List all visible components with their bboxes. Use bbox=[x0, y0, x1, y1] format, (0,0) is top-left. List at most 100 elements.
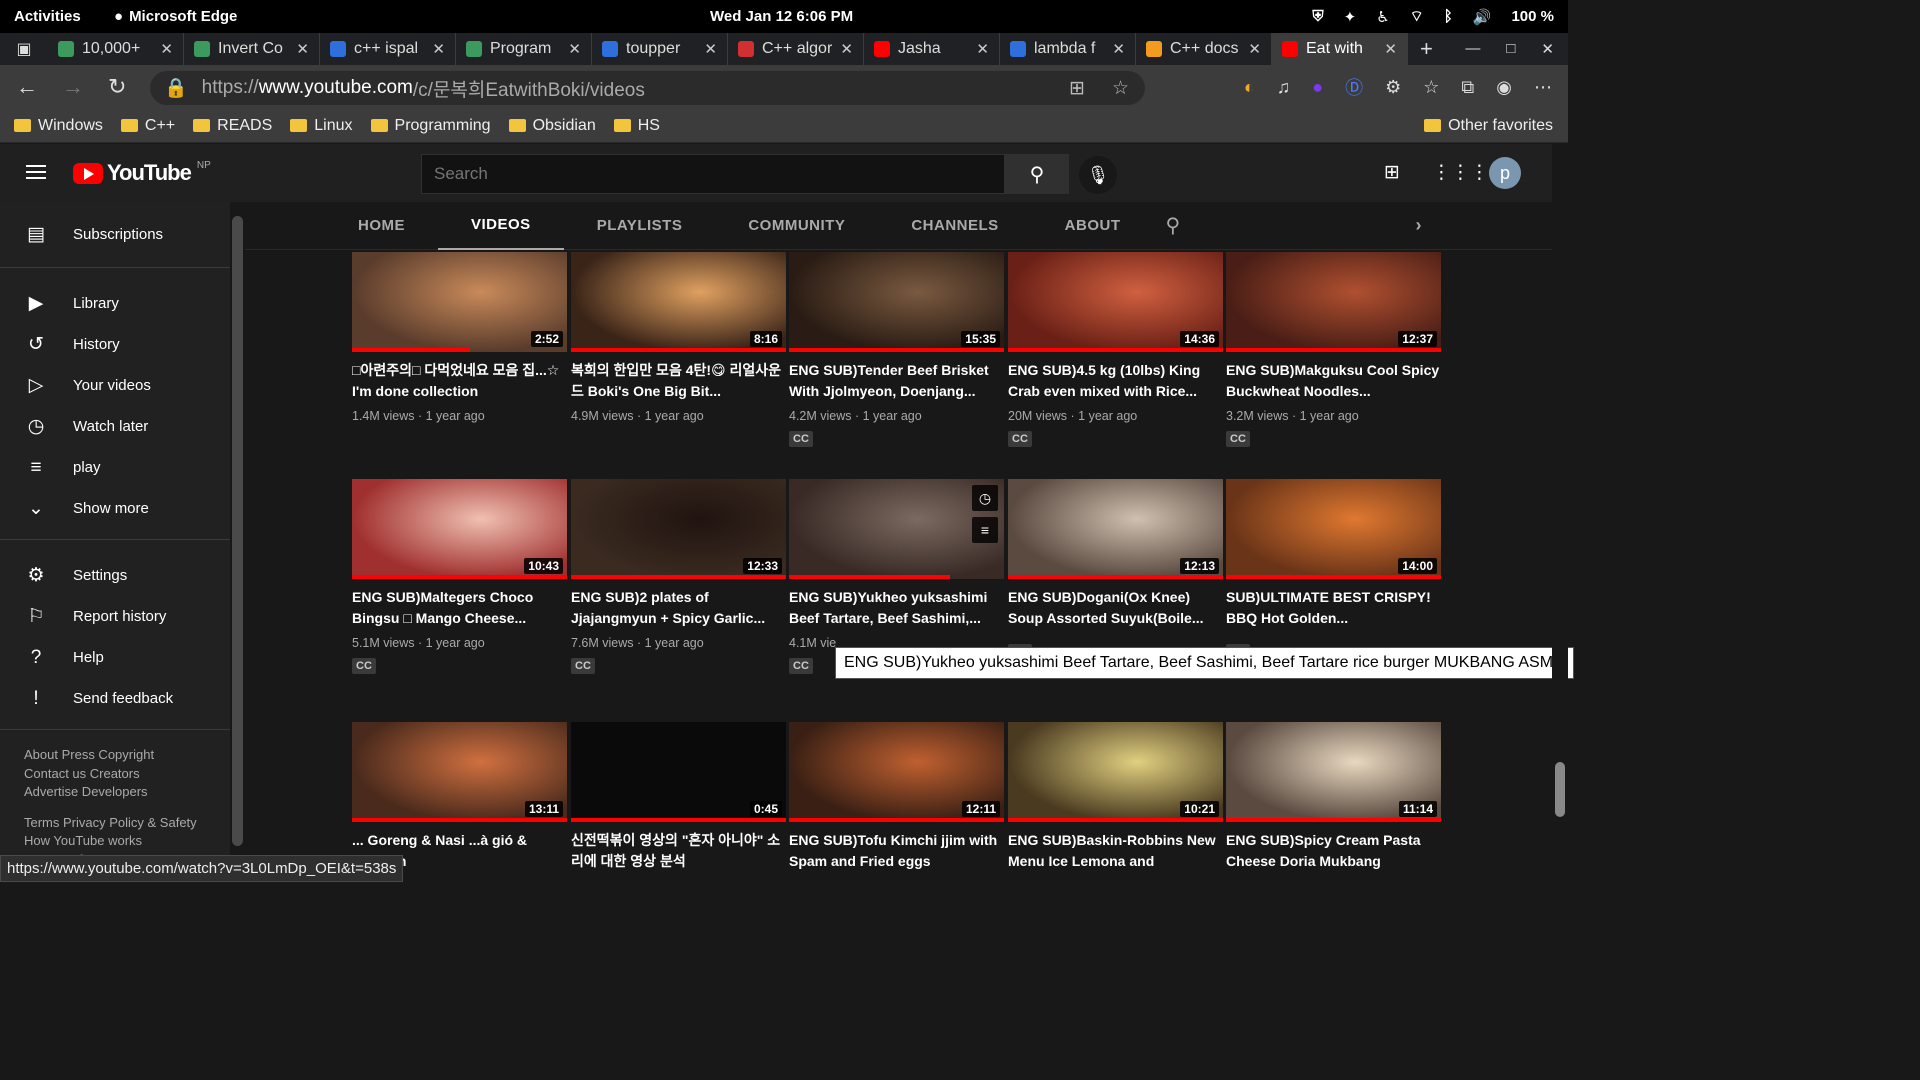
channel-tab[interactable]: ABOUT bbox=[1032, 202, 1154, 250]
chevron-right-icon[interactable]: › bbox=[1416, 215, 1423, 236]
tab-actions-icon[interactable]: ▣ bbox=[0, 39, 48, 59]
video-title[interactable]: 복희의 한입만 모음 4탄!😋 리얼사운드 Boki's One Big Bit… bbox=[571, 360, 786, 402]
video-thumbnail[interactable]: 12:33 bbox=[571, 479, 786, 579]
bookmark-folder[interactable]: Obsidian bbox=[508, 117, 596, 135]
close-tab-icon[interactable]: ✕ bbox=[568, 40, 581, 58]
sidebar-item-send-feedback[interactable]: ! Send feedback bbox=[0, 678, 230, 719]
sidebar-item-play[interactable]: ≡ play bbox=[0, 447, 230, 488]
more-menu-icon[interactable]: ⋯ bbox=[1534, 77, 1552, 98]
voice-search-button[interactable]: 🎙 bbox=[1079, 156, 1117, 194]
minimize-icon[interactable]: — bbox=[1465, 40, 1480, 58]
page-scroll-thumb[interactable] bbox=[1555, 762, 1565, 817]
bookmark-folder[interactable]: READS bbox=[193, 117, 272, 135]
profile-icon[interactable]: ◉ bbox=[1496, 77, 1512, 98]
sidebar-scrollbar[interactable] bbox=[230, 202, 245, 882]
sidebar-item-your-videos[interactable]: ▷ Your videos bbox=[0, 365, 230, 406]
browser-tab[interactable]: Invert Co ✕ bbox=[184, 33, 320, 65]
search-input[interactable] bbox=[434, 164, 1004, 184]
browser-tab[interactable]: lambda f ✕ bbox=[1000, 33, 1136, 65]
extension-2-icon[interactable]: ● bbox=[1312, 77, 1323, 98]
sidebar-item-subscriptions[interactable]: ▤ Subscriptions bbox=[0, 214, 230, 255]
browser-tab[interactable]: toupper ✕ bbox=[592, 33, 728, 65]
footer-links-3[interactable]: Advertise Developers bbox=[0, 783, 230, 802]
video-thumbnail[interactable]: 12:37 bbox=[1226, 252, 1441, 352]
sidebar-item-watch-later[interactable]: ◷ Watch later bbox=[0, 406, 230, 447]
video-title[interactable]: ENG SUB)2 plates of Jjajangmyun + Spicy … bbox=[571, 587, 786, 629]
video-thumbnail[interactable]: 2:52 bbox=[352, 252, 567, 352]
video-thumbnail[interactable]: 0:45 bbox=[571, 722, 786, 822]
video-thumbnail[interactable]: 12:11 bbox=[789, 722, 1004, 822]
video-card[interactable]: 12:11 ENG SUB)Tofu Kimchi jjim with Spam … bbox=[789, 722, 1004, 879]
maximize-icon[interactable]: □ bbox=[1506, 40, 1515, 58]
video-card[interactable]: 2:52 □아련주의□ 다먹었네요 모음 집...☆ I'm done colle… bbox=[352, 252, 567, 423]
video-thumbnail[interactable]: 12:13 bbox=[1008, 479, 1223, 579]
collections-icon[interactable]: ⧉ bbox=[1461, 77, 1474, 98]
video-card[interactable]: 10:43 ENG SUB)Maltegers Choco Bingsu □ Ma… bbox=[352, 479, 567, 674]
new-tab-button[interactable]: + bbox=[1408, 36, 1433, 62]
video-thumbnail[interactable]: 15:35 bbox=[789, 252, 1004, 352]
bookmark-folder[interactable]: Programming bbox=[370, 117, 491, 135]
sidebar-item-library[interactable]: ▶ Library bbox=[0, 283, 230, 324]
back-icon[interactable]: ← bbox=[16, 74, 38, 100]
video-card[interactable]: 14:00 SUB)ULTIMATE BEST CRISPY! BBQ Hot G… bbox=[1226, 479, 1441, 660]
other-favorites[interactable]: Other favorites bbox=[1424, 117, 1553, 135]
favorites-icon[interactable]: ☆ bbox=[1423, 77, 1439, 98]
browser-tab[interactable]: Program ✕ bbox=[456, 33, 592, 65]
video-card[interactable]: ◷ ≡ ENG SUB)Yukheo yuksashimi Beef Tartare… bbox=[789, 479, 1004, 674]
close-tab-icon[interactable]: ✕ bbox=[840, 40, 853, 58]
video-title[interactable]: ENG SUB)4.5 kg (10lbs) King Crab even mi… bbox=[1008, 360, 1223, 402]
close-tab-icon[interactable]: ✕ bbox=[1384, 40, 1397, 58]
video-title[interactable]: SUB)ULTIMATE BEST CRISPY! BBQ Hot Golden… bbox=[1226, 587, 1441, 629]
footer-links-5[interactable]: How YouTube works bbox=[0, 832, 230, 851]
sidebar-scroll-thumb[interactable] bbox=[232, 216, 243, 846]
video-thumbnail[interactable]: 14:36 bbox=[1008, 252, 1223, 352]
clock[interactable]: Wed Jan 12 6:06 PM bbox=[710, 8, 853, 25]
footer-links-2[interactable]: Contact us Creators bbox=[0, 765, 230, 784]
bookmark-folder[interactable]: HS bbox=[613, 117, 660, 135]
create-video-icon[interactable]: ⊞ bbox=[1384, 161, 1400, 184]
close-tab-icon[interactable]: ✕ bbox=[160, 40, 173, 58]
browser-tab[interactable]: Eat with ✕ bbox=[1272, 33, 1408, 65]
apps-grid-icon[interactable]: ⋮⋮⋮ bbox=[1432, 161, 1489, 184]
avatar[interactable]: p bbox=[1489, 157, 1521, 189]
refresh-icon[interactable]: ↻ bbox=[108, 74, 126, 100]
video-title[interactable]: ENG SUB)Tofu Kimchi jjim with Spam and F… bbox=[789, 830, 1004, 872]
channel-tab[interactable]: VIDEOS bbox=[438, 202, 564, 250]
search-button[interactable]: ⚲ bbox=[1005, 154, 1069, 194]
forward-icon[interactable]: → bbox=[62, 74, 84, 100]
footer-links-1[interactable]: About Press Copyright bbox=[0, 746, 230, 765]
browser-tab[interactable]: 10,000+ ✕ bbox=[48, 33, 184, 65]
browser-tab[interactable]: Jasha ✕ bbox=[864, 33, 1000, 65]
app-menu[interactable]: ● Microsoft Edge bbox=[114, 8, 237, 25]
close-tab-icon[interactable]: ✕ bbox=[1248, 40, 1261, 58]
video-title[interactable]: ENG SUB)Spicy Cream Pasta Cheese Doria M… bbox=[1226, 830, 1441, 872]
video-thumbnail[interactable]: 14:00 bbox=[1226, 479, 1441, 579]
video-title[interactable]: □아련주의□ 다먹었네요 모음 집...☆ I'm done collectio… bbox=[352, 360, 567, 402]
video-card[interactable]: 14:36 ENG SUB)4.5 kg (10lbs) King Crab ev… bbox=[1008, 252, 1223, 447]
watch-later-icon[interactable]: ◷ bbox=[972, 485, 998, 511]
browser-tab[interactable]: C++ docs ✕ bbox=[1136, 33, 1272, 65]
add-favorite-icon[interactable]: ☆ bbox=[1112, 77, 1129, 100]
extensions-icon[interactable]: ⚙ bbox=[1385, 77, 1401, 98]
channel-search-icon[interactable]: ⚲ bbox=[1166, 213, 1181, 238]
close-tab-icon[interactable]: ✕ bbox=[1112, 40, 1125, 58]
bookmark-folder[interactable]: Windows bbox=[14, 117, 103, 135]
video-card[interactable]: 12:33 ENG SUB)2 plates of Jjajangmyun + S… bbox=[571, 479, 786, 674]
video-title[interactable]: ENG SUB)Yukheo yuksashimi Beef Tartare, … bbox=[789, 587, 1004, 629]
youtube-logo[interactable]: YouTube NP bbox=[73, 160, 211, 186]
extension-d-icon[interactable]: Ⓓ bbox=[1345, 74, 1363, 100]
browser-tab[interactable]: C++ algor ✕ bbox=[728, 33, 864, 65]
video-card[interactable]: 8:16 복희의 한입만 모음 4탄!😋 리얼사운드 Boki's One Big… bbox=[571, 252, 786, 423]
video-card[interactable]: 12:13 ENG SUB)Dogani(Ox Knee) Soup Assort… bbox=[1008, 479, 1223, 660]
bookmark-folder[interactable]: Linux bbox=[290, 117, 353, 135]
video-title[interactable]: ENG SUB)Baskin-Robbins New Menu Ice Lemo… bbox=[1008, 830, 1223, 872]
close-window-icon[interactable]: ✕ bbox=[1541, 40, 1554, 58]
close-tab-icon[interactable]: ✕ bbox=[976, 40, 989, 58]
url-field[interactable]: 🔒 https://www.youtube.com/c/문복희EatwithBo… bbox=[150, 71, 1145, 105]
music-icon[interactable]: ♫ bbox=[1277, 77, 1291, 98]
sidebar-item-help[interactable]: ? Help bbox=[0, 637, 230, 678]
video-thumbnail[interactable]: 11:14 bbox=[1226, 722, 1441, 822]
video-card[interactable]: 10:21 ENG SUB)Baskin-Robbins New Menu Ice… bbox=[1008, 722, 1223, 879]
bookmark-folder[interactable]: C++ bbox=[120, 117, 175, 135]
video-thumbnail[interactable]: ◷ ≡ bbox=[789, 479, 1004, 579]
